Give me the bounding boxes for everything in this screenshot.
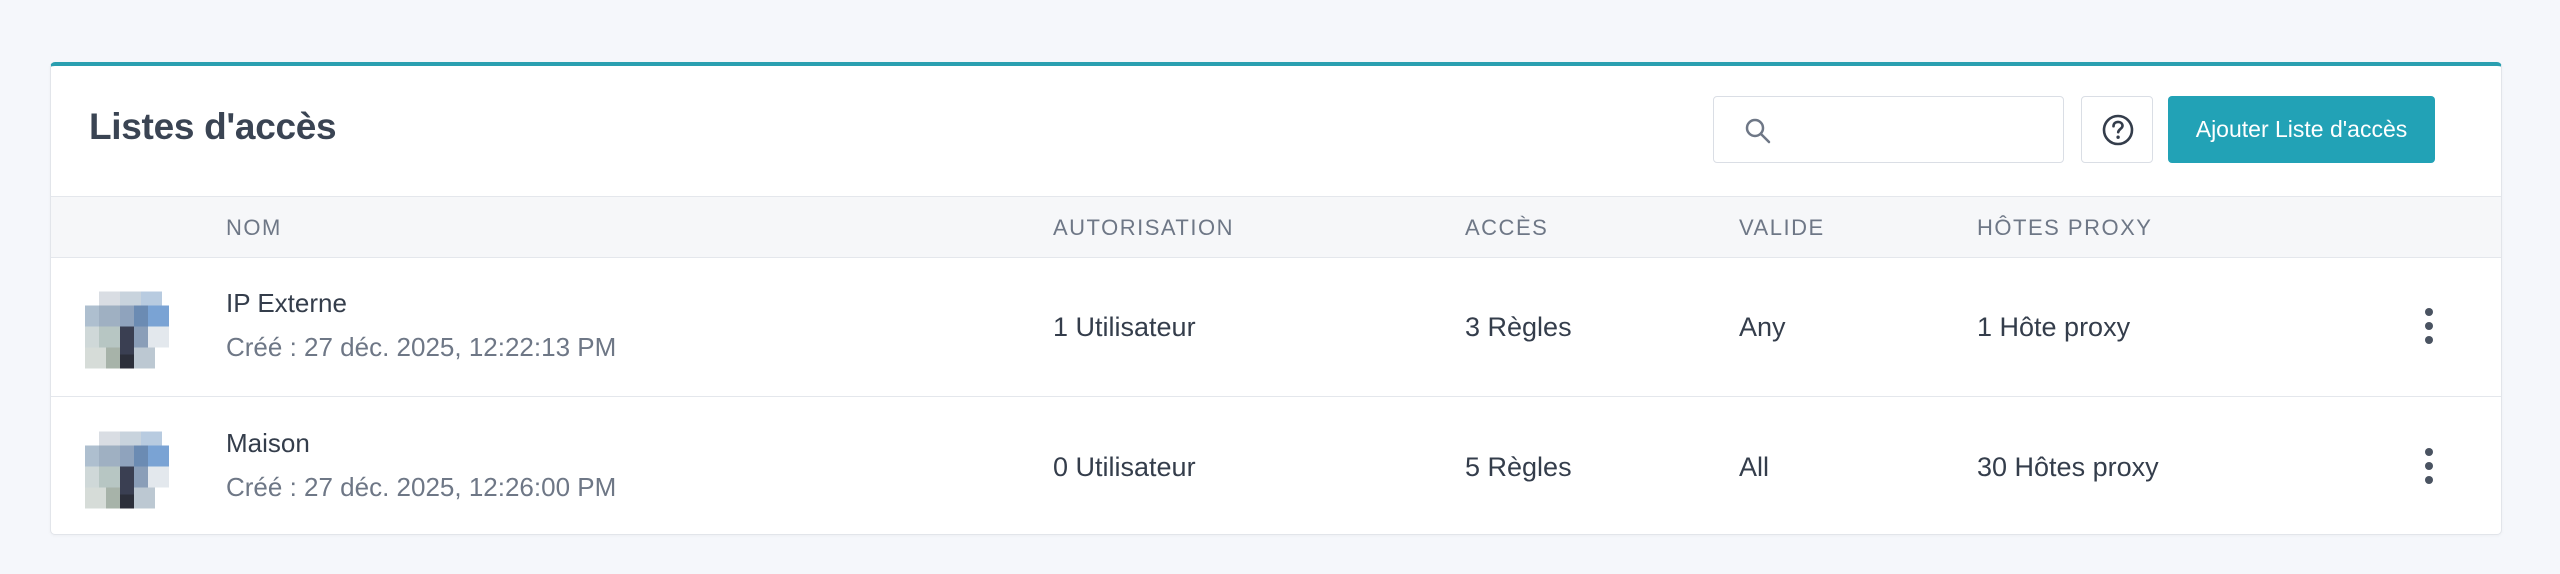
more-vertical-icon[interactable] bbox=[2419, 306, 2439, 346]
table-row: IP Externe Créé : 27 déc. 2025, 12:22:13… bbox=[51, 258, 2501, 397]
search-box[interactable] bbox=[1713, 96, 2064, 163]
table-row: Maison Créé : 27 déc. 2025, 12:26:00 PM … bbox=[51, 398, 2501, 537]
table-header: NOM AUTORISATION ACCÈS VALIDE HÔTES PROX… bbox=[51, 196, 2501, 258]
avatar bbox=[85, 291, 169, 369]
column-header-access: ACCÈS bbox=[1465, 215, 1549, 240]
valid-cell: Any bbox=[1739, 312, 1786, 342]
help-button[interactable] bbox=[2081, 96, 2153, 163]
access-lists-card: Listes d'accès Ajouter Liste d'accès NOM… bbox=[50, 62, 2502, 535]
column-header-name: NOM bbox=[226, 215, 282, 240]
card-header: Listes d'accès Ajouter Liste d'accès bbox=[51, 66, 2501, 196]
created-date: Créé : 27 déc. 2025, 12:26:00 PM bbox=[226, 472, 617, 502]
help-circle-icon bbox=[2102, 114, 2134, 146]
access-cell: 3 Règles bbox=[1465, 312, 1572, 342]
created-date: Créé : 27 déc. 2025, 12:22:13 PM bbox=[226, 332, 617, 362]
authorization-cell: 1 Utilisateur bbox=[1053, 312, 1196, 342]
access-list-name: Maison bbox=[226, 428, 310, 458]
access-cell: 5 Règles bbox=[1465, 452, 1572, 482]
avatar bbox=[85, 431, 169, 509]
page-title: Listes d'accès bbox=[89, 106, 337, 147]
more-vertical-icon[interactable] bbox=[2419, 446, 2439, 486]
add-access-list-button[interactable]: Ajouter Liste d'accès bbox=[2168, 96, 2435, 163]
column-header-valid: VALIDE bbox=[1739, 215, 1825, 240]
proxy-hosts-cell: 30 Hôtes proxy bbox=[1977, 452, 2159, 482]
column-header-authorization: AUTORISATION bbox=[1053, 215, 1234, 240]
proxy-hosts-cell: 1 Hôte proxy bbox=[1977, 312, 2131, 342]
search-input[interactable] bbox=[1786, 105, 2051, 155]
access-list-name: IP Externe bbox=[226, 288, 347, 318]
search-icon bbox=[1745, 118, 1771, 144]
valid-cell: All bbox=[1739, 452, 1770, 482]
column-header-proxy-hosts: HÔTES PROXY bbox=[1977, 215, 2153, 240]
authorization-cell: 0 Utilisateur bbox=[1053, 452, 1196, 482]
